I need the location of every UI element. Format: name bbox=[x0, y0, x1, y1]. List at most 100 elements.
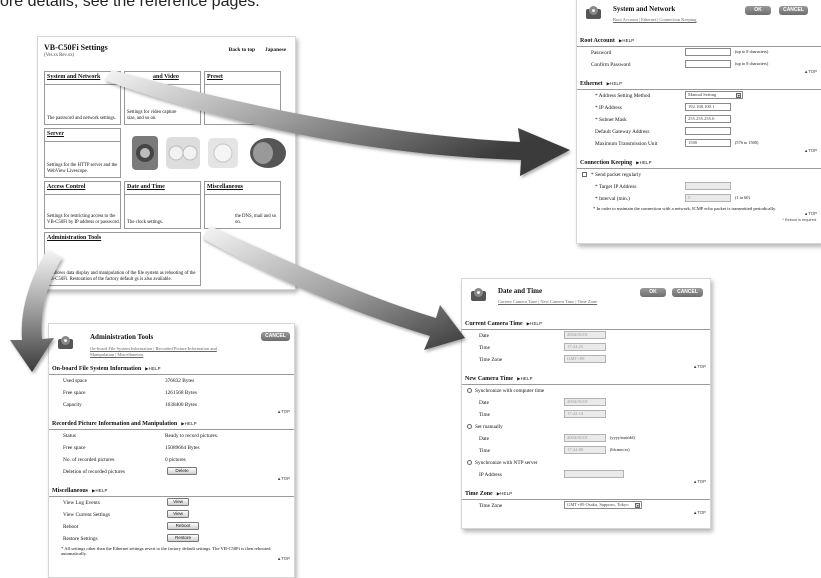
help-link[interactable]: ▶HELP bbox=[527, 321, 543, 326]
back-to-top-link[interactable]: Back to top bbox=[229, 47, 255, 53]
menu-cell-server[interactable]: Server Settings for the HTTP server and … bbox=[44, 128, 121, 178]
manual-time-note: (hh:mm:ss) bbox=[610, 447, 630, 453]
datetime-section-links[interactable]: Current Camera Time | New Camera Time | … bbox=[498, 299, 597, 304]
misc-header: Miscellaneous ▶HELP bbox=[49, 484, 294, 497]
settings-home-panel: VB-C50Fi Settings (Ver.xx Rev.xx) Back t… bbox=[37, 36, 296, 290]
help-link[interactable]: ▶HELP bbox=[619, 38, 635, 43]
password-input[interactable] bbox=[685, 48, 731, 57]
top-link[interactable]: ▲TOP bbox=[693, 479, 706, 485]
menu-cell-video[interactable]: and Video Settings for video capture siz… bbox=[124, 71, 201, 125]
ok-button[interactable]: OK bbox=[640, 288, 666, 297]
top-link[interactable]: ▲TOP bbox=[804, 69, 817, 75]
target-ip-input[interactable] bbox=[685, 182, 731, 191]
menu-video-title[interactable]: and Video bbox=[125, 72, 200, 85]
current-time-field: 17:24:25 bbox=[564, 343, 606, 352]
manual-time-label: Time bbox=[479, 447, 490, 454]
time-zone-header: Time Zone ▶HELP bbox=[462, 487, 710, 500]
password-label: Password bbox=[591, 49, 612, 56]
home-subtitle: (Ver.xx Rev.xx) bbox=[44, 53, 75, 59]
net-section-links[interactable]: Root Account | Ethernet | Connection Kee… bbox=[613, 17, 697, 22]
target-ip-label: * Target IP Address bbox=[595, 183, 637, 190]
top-link[interactable]: ▲TOP bbox=[804, 211, 817, 217]
japanese-link[interactable]: Japanese bbox=[265, 47, 286, 53]
delete-button[interactable]: Delete bbox=[167, 466, 197, 476]
menu-cell-admin[interactable]: Administration Tools ge allows data disp… bbox=[44, 232, 201, 286]
menu-server-title[interactable]: Server bbox=[45, 129, 120, 142]
view-settings-button[interactable]: View bbox=[167, 509, 189, 519]
ntp-radio[interactable] bbox=[467, 459, 472, 465]
ip-address-input[interactable]: 192.168.100.1 bbox=[685, 103, 731, 112]
num-pictures-value: 0 pictures bbox=[165, 456, 186, 463]
address-method-select[interactable]: Manual Setting ▼ bbox=[685, 91, 743, 100]
menu-cell-misc[interactable]: Miscellaneous the DNS, mail and so on. bbox=[204, 181, 281, 229]
cancel-button[interactable]: CANCEL bbox=[672, 288, 703, 297]
status-value: Ready to record pictures. bbox=[165, 432, 219, 439]
top-link[interactable]: ▲TOP bbox=[277, 556, 290, 562]
reboot-label: Reboot bbox=[63, 523, 79, 530]
menu-cell-system[interactable]: System and Network The password and netw… bbox=[44, 71, 121, 125]
interval-input[interactable]: 5 bbox=[685, 194, 731, 203]
menu-misc-title[interactable]: Miscellaneous bbox=[205, 182, 280, 195]
subnet-mask-input[interactable]: 255.255.255.0 bbox=[685, 115, 731, 124]
ok-button[interactable]: OK bbox=[745, 6, 771, 15]
manual-date-input[interactable]: 2004/01/01 bbox=[564, 434, 606, 443]
menu-access-desc: Settings for restricting access to the V… bbox=[47, 214, 120, 226]
manual-time-input[interactable]: 17:24:00 bbox=[564, 446, 606, 455]
set-manually-label: Set manually bbox=[475, 423, 503, 430]
ntp-ip-input[interactable] bbox=[564, 470, 624, 479]
cancel-button[interactable]: CANCEL bbox=[261, 332, 290, 341]
mtu-input[interactable]: 1500 bbox=[685, 139, 731, 148]
manual-date-label: Date bbox=[479, 435, 489, 442]
connection-keeping-header: Connection Keeping ▶HELP bbox=[577, 156, 821, 169]
home-nav: Back to top Japanese bbox=[219, 47, 286, 53]
set-manually-radio[interactable] bbox=[467, 423, 472, 429]
top-link[interactable]: ▲TOP bbox=[277, 409, 290, 415]
delete-pictures-label: Deletion of recorded pictures bbox=[63, 468, 125, 475]
menu-access-title[interactable]: Access Control bbox=[45, 182, 120, 195]
confirm-password-input[interactable] bbox=[685, 60, 731, 69]
help-link[interactable]: ▶HELP bbox=[92, 488, 108, 493]
admin-title: Administration Tools bbox=[90, 333, 154, 341]
menu-system-desc: The password and network settings. bbox=[47, 116, 116, 122]
help-link[interactable]: ▶HELP bbox=[497, 491, 513, 496]
timezone-select[interactable]: GMT+09 Osaka, Sapporo, Tokyo ▼ bbox=[564, 501, 642, 510]
menu-cell-datetime[interactable]: Date and Time The clock settings. bbox=[124, 181, 201, 229]
intro-text: ore details, see the reference pages. bbox=[0, 0, 260, 10]
current-timezone-label: Time Zone bbox=[479, 356, 503, 363]
interval-note: (1 to 60) bbox=[735, 195, 750, 201]
top-link[interactable]: ▲TOP bbox=[693, 510, 706, 516]
help-link[interactable]: ▶HELP bbox=[145, 366, 161, 371]
log-events-label: View Log Events bbox=[63, 499, 100, 506]
gateway-input[interactable] bbox=[685, 127, 731, 136]
view-log-button[interactable]: View bbox=[167, 497, 189, 507]
menu-datetime-title[interactable]: Date and Time bbox=[125, 182, 200, 195]
interval-label: * Interval (min.) bbox=[595, 195, 630, 202]
current-settings-label: View Current Settings bbox=[63, 511, 111, 518]
used-space-value: 376832 Bytes bbox=[165, 377, 195, 384]
menu-preset-title[interactable]: Preset bbox=[205, 72, 280, 85]
help-link[interactable]: ▶HELP bbox=[607, 81, 623, 86]
send-packet-checkbox[interactable] bbox=[582, 171, 587, 177]
restore-button[interactable]: Restore bbox=[167, 533, 199, 543]
rec-free-space-value: 15089664 Bytes bbox=[165, 444, 200, 451]
top-link[interactable]: ▲TOP bbox=[277, 476, 290, 482]
help-link[interactable]: ▶HELP bbox=[181, 421, 197, 426]
top-link[interactable]: ▲TOP bbox=[804, 148, 817, 154]
menu-cell-preset[interactable]: Preset bbox=[204, 71, 281, 125]
cancel-button[interactable]: CANCEL bbox=[779, 6, 808, 15]
menu-system-title[interactable]: System and Network bbox=[45, 72, 120, 85]
menu-admin-title[interactable]: Administration Tools bbox=[45, 233, 200, 245]
menu-cell-access[interactable]: Access Control Settings for restricting … bbox=[44, 181, 121, 229]
restore-label: Restore Settings bbox=[63, 535, 98, 542]
num-pictures-label: No. of recorded pictures bbox=[63, 456, 115, 463]
reboot-button[interactable]: Reboot bbox=[167, 521, 199, 531]
admin-section-links[interactable]: On-board File System Information | Recor… bbox=[90, 346, 240, 358]
sync-pc-radio[interactable] bbox=[467, 387, 472, 393]
help-link[interactable]: ▶HELP bbox=[636, 160, 652, 165]
password-note: (up to 8 characters) bbox=[735, 49, 769, 55]
top-link[interactable]: ▲TOP bbox=[693, 364, 706, 370]
help-link[interactable]: ▶HELP bbox=[517, 376, 533, 381]
sync-pc-label: Synchronize with computer time bbox=[475, 387, 545, 394]
pc-date-field: 2004/01/01 bbox=[564, 398, 606, 407]
chevron-down-icon: ▼ bbox=[635, 502, 640, 508]
